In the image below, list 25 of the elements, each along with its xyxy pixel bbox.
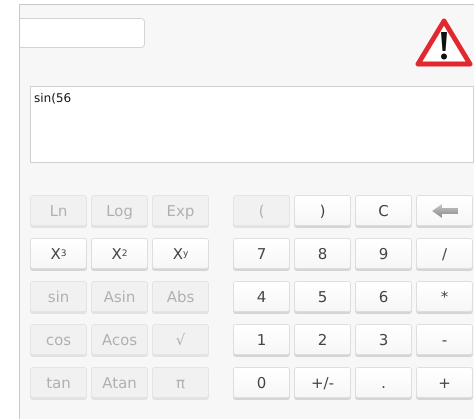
- calculator-key[interactable]: 9: [355, 238, 412, 269]
- calculator-key[interactable]: -: [416, 324, 473, 355]
- calculator-key[interactable]: +: [416, 367, 473, 398]
- calculator-key[interactable]: C: [355, 195, 412, 226]
- calculator-key[interactable]: 6: [355, 281, 412, 312]
- input-field[interactable]: [20, 18, 145, 48]
- left-arrow-icon: [430, 204, 458, 218]
- calculator-key[interactable]: 2: [294, 324, 351, 355]
- calculator-key[interactable]: ): [294, 195, 351, 226]
- calculator-key[interactable]: 5: [294, 281, 351, 312]
- calculator-key[interactable]: X$^{2}$: [91, 238, 148, 269]
- calculator-key[interactable]: 8: [294, 238, 351, 269]
- calculator-key[interactable]: 4: [233, 281, 290, 312]
- calculator-key[interactable]: *: [416, 281, 473, 312]
- calculator-key[interactable]: 0: [233, 367, 290, 398]
- calculator-key[interactable]: /: [416, 238, 473, 269]
- calculator-key[interactable]: +/-: [294, 367, 351, 398]
- calculator-key[interactable]: .: [355, 367, 412, 398]
- calculator-key[interactable]: 3: [355, 324, 412, 355]
- calculator-key[interactable]: X$^{3}$: [30, 238, 87, 269]
- calculator-key[interactable]: 1: [233, 324, 290, 355]
- backspace-button[interactable]: [416, 195, 473, 226]
- calculator-key[interactable]: X$^{y}$: [152, 238, 209, 269]
- expression-field[interactable]: sin(56: [30, 86, 474, 163]
- calculator-key[interactable]: 7: [233, 238, 290, 269]
